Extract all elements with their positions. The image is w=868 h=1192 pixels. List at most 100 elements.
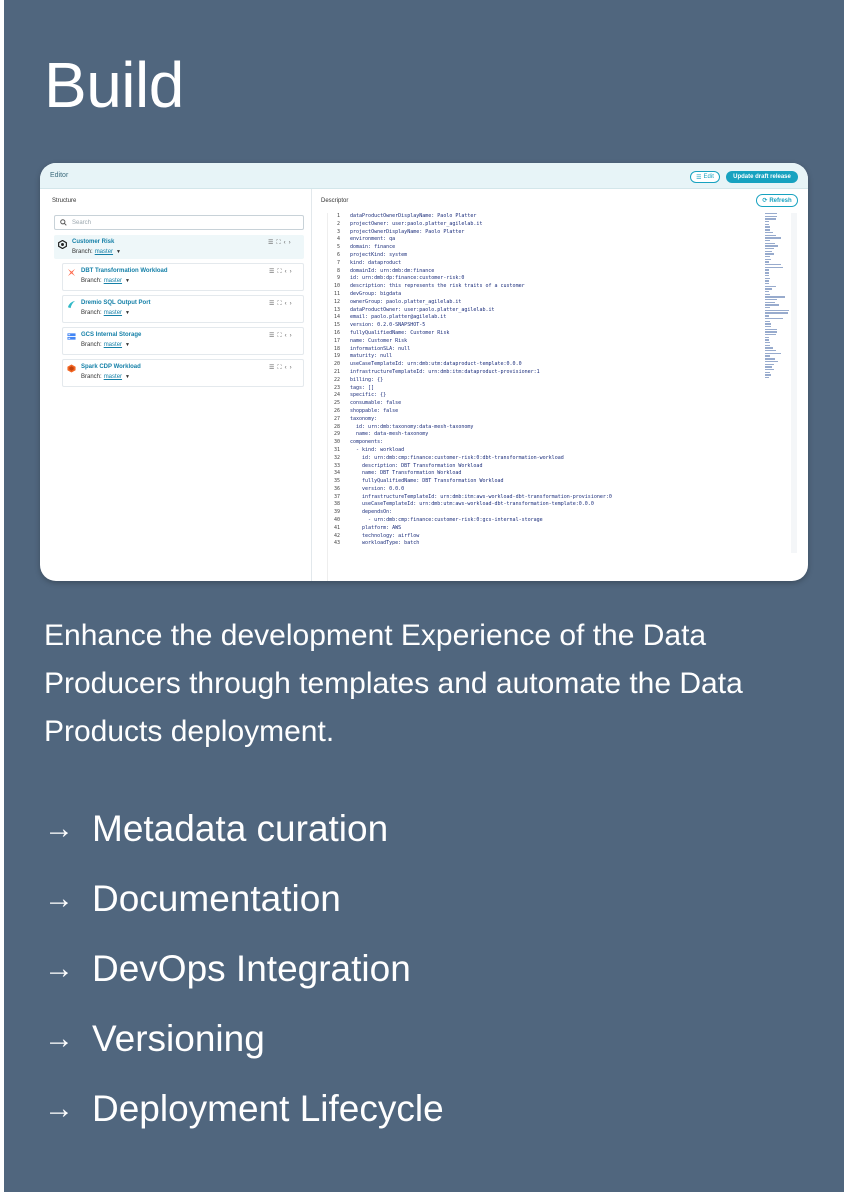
minimap-line — [765, 288, 773, 290]
code-line: 36 version: 0.0.0 — [328, 486, 737, 494]
code-line: 25 consumable: false — [328, 400, 737, 408]
code-text: dataProductOwner: user:paolo.platter_agi… — [350, 306, 495, 313]
minimap-line — [765, 307, 771, 309]
code-text: projectOwnerDisplayName: Paolo Platter — [350, 228, 465, 235]
item-actions[interactable]: ☰⛶‹› — [269, 300, 295, 308]
branch-selector[interactable]: Branch: master ▼ — [72, 249, 121, 255]
code-minimap[interactable] — [765, 213, 789, 383]
item-actions[interactable]: ☰⛶‹› — [269, 332, 295, 340]
branch-value: master — [103, 278, 123, 284]
branch-selector[interactable]: Branch: master ▼ — [81, 310, 130, 316]
code-line: 21 infrastructureTemplateId: urn:dmb:itm:… — [328, 369, 737, 377]
feature-label: Versioning — [92, 1018, 265, 1059]
code-text: domain: finance — [350, 244, 396, 251]
code-text: components: — [350, 439, 384, 446]
code-text: kind: dataproduct — [350, 259, 402, 266]
refresh-button-label: Refresh — [769, 197, 792, 204]
feature-item: → Deployment Lifecycle — [44, 1088, 444, 1130]
code-text: description: DBT Transformation Workload — [350, 462, 483, 469]
code-line: 35 fullyQualifiedName: DBT Transformatio… — [328, 478, 737, 486]
code-line: 23 tags: [] — [328, 385, 737, 393]
code-line: 24 specific: {} — [328, 392, 737, 400]
minimap-line — [765, 320, 770, 322]
minimap-line — [765, 229, 770, 231]
structure-item-component[interactable]: DBT Transformation Workload Branch: maste… — [62, 263, 304, 291]
minimap-line — [765, 317, 783, 320]
code-text: maturity: null — [350, 353, 393, 360]
feature-item: → Versioning — [44, 1018, 265, 1060]
code-text: consumable: false — [350, 400, 402, 407]
item-actions[interactable]: ☰⛶‹› — [269, 268, 295, 276]
line-number: 17 — [333, 337, 340, 344]
branch-selector[interactable]: Branch: master ▼ — [81, 278, 130, 284]
branch-selector[interactable]: Branch: master ▼ — [81, 374, 130, 380]
refresh-button[interactable]: ⟳ Refresh — [756, 194, 798, 207]
line-number: 32 — [333, 454, 340, 461]
minimap-line — [765, 250, 772, 253]
code-text: informationSLA: null — [350, 345, 411, 352]
minimap-line — [765, 264, 781, 266]
search-input[interactable]: Search — [54, 215, 304, 230]
line-number: 31 — [333, 446, 340, 453]
line-number: 34 — [333, 470, 340, 477]
item-actions[interactable]: ☰⛶‹› — [268, 239, 294, 247]
line-number: 35 — [333, 478, 340, 485]
line-number: 26 — [333, 407, 340, 414]
refresh-icon: ⟳ — [762, 198, 768, 204]
code-line: 3 projectOwnerDisplayName: Paolo Platter — [328, 229, 737, 237]
descriptor-label: Descriptor — [321, 198, 349, 204]
branch-selector[interactable]: Branch: master ▼ — [81, 342, 130, 348]
minimap-line — [765, 331, 778, 333]
arrow-right-icon: → — [44, 1022, 74, 1055]
line-number: 43 — [333, 540, 340, 547]
minimap-line — [765, 245, 779, 247]
code-editor[interactable]: 1 dataProductOwnerDisplayName: Paolo Plat… — [327, 213, 737, 581]
minimap-line — [765, 312, 788, 314]
line-number: 14 — [333, 314, 340, 321]
structure-item-component[interactable]: Spark CDP Workload Branch: master ▼ ☰⛶‹› — [62, 359, 304, 387]
line-number: 40 — [333, 517, 340, 524]
structure-item-component[interactable]: GCS Internal Storage Branch: master ▼ ☰⛶‹› — [62, 327, 304, 355]
code-text: environment: qa — [350, 236, 396, 243]
feature-label: DevOps Integration — [92, 948, 411, 989]
minimap-line — [765, 371, 771, 373]
line-number: 30 — [333, 439, 340, 446]
structure-item-component[interactable]: Dremio SQL Output Port Branch: master ▼ ☰⛶… — [62, 295, 304, 323]
feature-item: → Documentation — [44, 878, 341, 920]
code-text: projectKind: system — [350, 251, 408, 258]
edit-button[interactable]: ☰ Edit — [690, 171, 720, 183]
minimap-line — [765, 333, 776, 336]
structure-item-name: Dremio SQL Output Port — [81, 300, 151, 306]
update-draft-release-button[interactable]: Update draft release — [726, 171, 798, 183]
caret-down-icon: ▼ — [125, 278, 130, 284]
branch-value: master — [94, 249, 114, 255]
code-text: version: 0.2.0-SNAPSHOT-5 — [350, 322, 426, 329]
editor-label: Editor — [50, 172, 69, 179]
code-line: 20 useCaseTemplateId: urn:dmb:utm:datapro… — [328, 361, 737, 369]
minimap-line — [765, 301, 776, 304]
code-text: name: data-mesh-taxonomy — [350, 431, 429, 438]
minimap-line — [765, 282, 769, 285]
code-text: workloadType: batch — [350, 540, 420, 547]
line-number: 24 — [333, 392, 340, 399]
code-line: 29 name: data-mesh-taxonomy — [328, 431, 737, 439]
code-scrollbar[interactable] — [791, 213, 797, 553]
code-line: 4 environment: qa — [328, 236, 737, 244]
minimap-line — [765, 258, 771, 261]
code-line: 10 description: this represents the risk … — [328, 283, 737, 291]
code-text: id: urn:dmb:cmp:finance:customer-risk:0:… — [350, 454, 564, 461]
code-line: 9 id: urn:dmb:dp:finance:customer-risk:0 — [328, 275, 737, 283]
line-number: 6 — [336, 251, 340, 258]
list-icon: ☰ — [696, 174, 702, 181]
code-line: 1 dataProductOwnerDisplayName: Paolo Plat… — [328, 213, 737, 221]
structure-item-customer-risk[interactable]: Customer Risk Branch: master ▼ ☰⛶‹› — [54, 235, 304, 259]
minimap-line — [765, 231, 773, 234]
caret-down-icon: ▼ — [125, 342, 130, 348]
gcs-icon — [67, 333, 76, 340]
minimap-line — [765, 290, 769, 293]
minimap-line — [765, 363, 774, 365]
line-number: 42 — [333, 532, 340, 539]
code-text: description: this represents the risk tr… — [350, 283, 525, 290]
item-actions[interactable]: ☰⛶‹› — [269, 364, 295, 372]
structure-pane: Structure Search Customer Risk Branch: ma… — [40, 189, 312, 581]
